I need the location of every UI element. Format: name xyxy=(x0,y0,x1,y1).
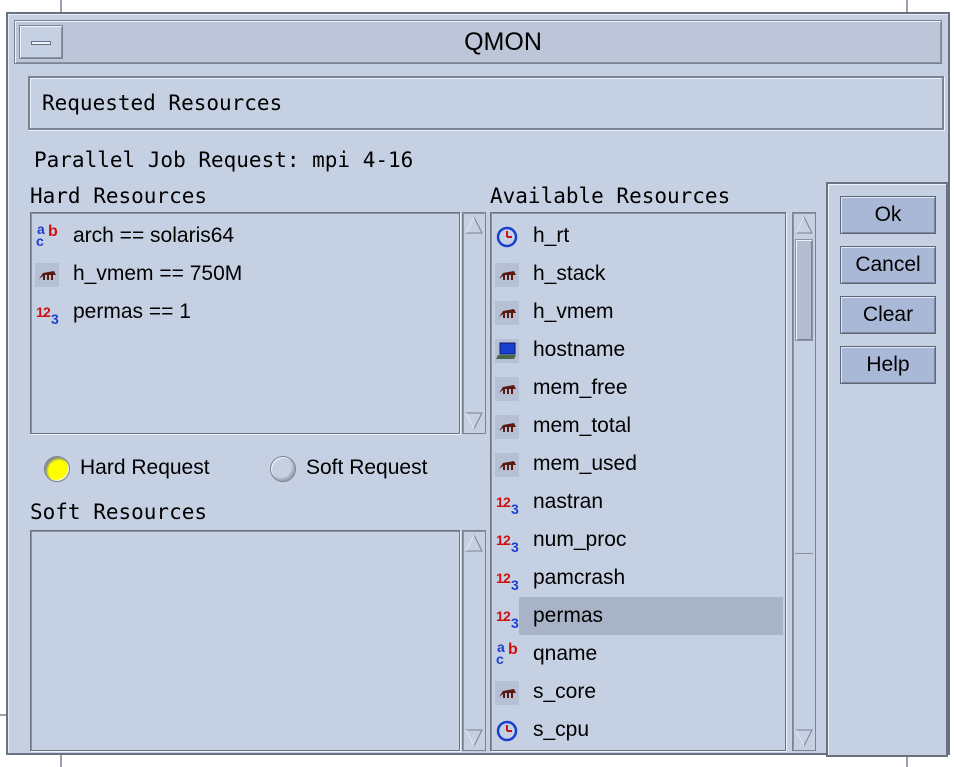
dialog-header: Requested Resources xyxy=(28,76,944,130)
soft-request-label[interactable]: Soft Request xyxy=(306,456,427,480)
available-resource-row[interactable]: a b c qname xyxy=(491,635,785,673)
integer-type-icon: 123 xyxy=(496,608,519,631)
memory-type-icon xyxy=(495,680,519,705)
available-resource-row[interactable]: mem_total xyxy=(491,407,785,445)
available-resource-name: num_proc xyxy=(533,528,627,551)
scroll-up-arrow-icon[interactable] xyxy=(464,215,484,235)
available-resource-row[interactable]: 1 2 3 num_proc xyxy=(491,521,785,559)
available-resource-name: pamcrash xyxy=(533,566,626,589)
available-resource-row[interactable]: 1 2 3 permas xyxy=(491,597,785,635)
available-resource-name: hostname xyxy=(533,338,626,361)
integer-type-icon: 123 xyxy=(496,532,519,555)
soft-resources-label: Soft Resources xyxy=(30,500,208,524)
frame-guide xyxy=(60,0,62,12)
available-resource-name: mem_free xyxy=(533,376,628,399)
dialog-header-label: Requested Resources xyxy=(42,91,283,115)
hard-resources-label: Hard Resources xyxy=(30,184,208,208)
scroll-down-arrow-icon[interactable] xyxy=(794,728,814,748)
memory-type-icon xyxy=(35,262,59,287)
scroll-up-arrow-icon[interactable] xyxy=(794,215,814,235)
memory-type-icon xyxy=(495,376,519,401)
hard-resource-text: arch == solaris64 xyxy=(73,224,235,247)
available-resource-name: nastran xyxy=(533,490,604,513)
soft-resources-list[interactable] xyxy=(30,530,460,751)
available-resource-row[interactable]: h_stack xyxy=(491,255,785,293)
frame-guide xyxy=(906,0,908,12)
available-resource-name: h_rt xyxy=(533,224,570,247)
hard-request-radio[interactable] xyxy=(44,456,70,482)
host-type-icon xyxy=(495,338,519,363)
available-resource-row[interactable]: mem_free xyxy=(491,369,785,407)
available-resources-list[interactable]: h_rt h_stack h_vmem hostname mem_free mem_tot… xyxy=(490,212,786,751)
hard-resource-text: permas == 1 xyxy=(73,300,191,323)
memory-type-icon xyxy=(495,262,519,287)
available-resource-name: s_core xyxy=(533,680,597,703)
hard-resource-text: h_vmem == 750M xyxy=(73,262,243,285)
scroll-down-arrow-icon[interactable] xyxy=(464,411,484,431)
window-menu-button[interactable] xyxy=(19,25,63,59)
hard-resources-list[interactable]: a b c arch == solaris64 h_vmem == 750M 1 2 3 per… xyxy=(30,212,460,434)
scrollbar-track-mark xyxy=(795,553,813,554)
string-type-icon: abc xyxy=(36,221,58,249)
scroll-down-arrow-icon[interactable] xyxy=(464,728,484,748)
qmon-dialog-window: QMON Requested Resources Parallel Job Re… xyxy=(6,12,950,757)
clear-button[interactable]: Clear xyxy=(840,296,936,334)
available-resource-row[interactable]: hostname xyxy=(491,331,785,369)
available-resource-name: qname xyxy=(533,642,598,665)
available-resource-name: h_vmem xyxy=(533,300,614,323)
available-resource-row[interactable]: s_core xyxy=(491,673,785,711)
available-resource-row[interactable]: s_cpu xyxy=(491,711,785,749)
available-resource-row[interactable]: mem_used xyxy=(491,445,785,483)
help-button[interactable]: Help xyxy=(840,346,936,384)
frame-guide xyxy=(60,755,62,767)
time-type-icon xyxy=(495,224,519,248)
available-resource-name: permas xyxy=(533,604,604,627)
memory-type-icon xyxy=(495,414,519,439)
soft-request-radio[interactable] xyxy=(270,456,296,482)
available-resource-name: s_cpu xyxy=(533,718,590,741)
scrollbar-thumb[interactable] xyxy=(795,239,813,341)
integer-type-icon: 123 xyxy=(496,570,519,593)
available-resource-row[interactable]: h_vmem xyxy=(491,293,785,331)
hard-resource-row[interactable]: 1 2 3 permas == 1 xyxy=(31,293,459,331)
hard-request-label[interactable]: Hard Request xyxy=(80,456,210,480)
integer-type-icon: 123 xyxy=(496,494,519,517)
window-title: QMON xyxy=(464,28,542,56)
parallel-job-request-label: Parallel Job Request: mpi 4-16 xyxy=(34,148,414,172)
time-type-icon xyxy=(495,718,519,742)
available-resources-scrollbar[interactable] xyxy=(792,212,816,751)
string-type-icon: abc xyxy=(496,639,518,667)
button-panel: Ok Cancel Clear Help xyxy=(826,182,948,757)
hard-resource-row[interactable]: h_vmem == 750M xyxy=(31,255,459,293)
window-menu-icon xyxy=(31,41,51,45)
available-resources-label: Available Resources xyxy=(490,184,731,208)
available-resource-name: mem_used xyxy=(533,452,637,475)
available-resource-name: h_stack xyxy=(533,262,606,285)
hard-resource-row[interactable]: a b c arch == solaris64 xyxy=(31,217,459,255)
available-resource-row[interactable]: 1 2 3 pamcrash xyxy=(491,559,785,597)
cancel-button[interactable]: Cancel xyxy=(840,246,936,284)
available-resource-name: mem_total xyxy=(533,414,632,437)
hard-resources-scrollbar[interactable] xyxy=(462,212,486,434)
scroll-up-arrow-icon[interactable] xyxy=(464,533,484,553)
integer-type-icon: 123 xyxy=(36,304,59,327)
title-bar[interactable]: QMON xyxy=(14,20,942,64)
ok-button[interactable]: Ok xyxy=(840,196,936,234)
soft-resources-scrollbar[interactable] xyxy=(462,530,486,751)
memory-type-icon xyxy=(495,300,519,325)
available-resource-row[interactable]: h_rt xyxy=(491,217,785,255)
available-resource-row[interactable]: 1 2 3 nastran xyxy=(491,483,785,521)
memory-type-icon xyxy=(495,452,519,477)
